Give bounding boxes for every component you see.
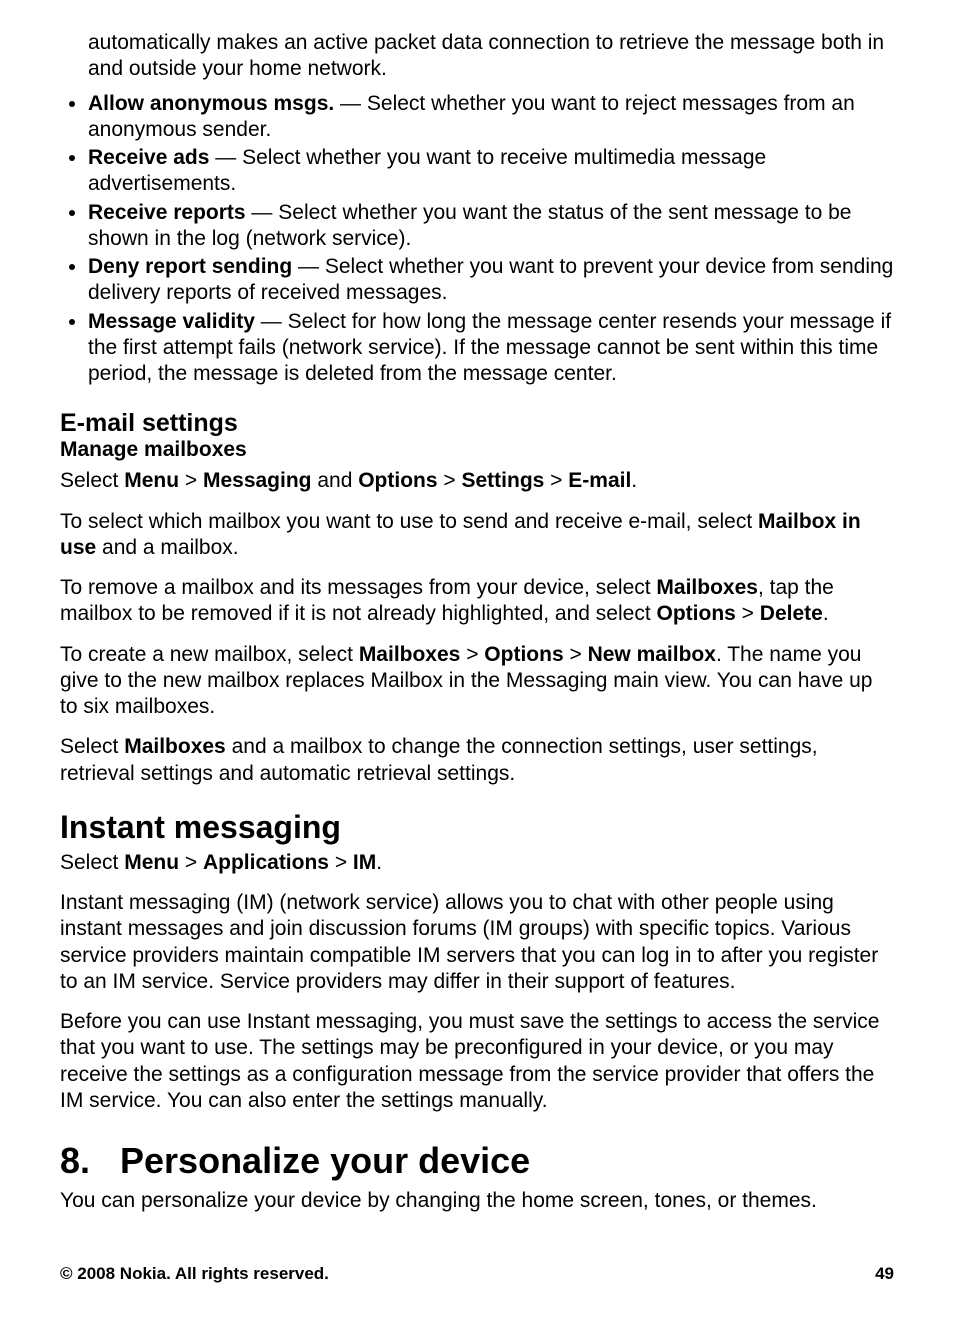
chapter-number: 8. [60, 1140, 110, 1182]
option-label: Options [484, 643, 563, 666]
email-settings-heading: E-mail settings [60, 409, 894, 438]
copyright-text: © 2008 Nokia. All rights reserved. [60, 1264, 329, 1284]
select-mailbox-para: To select which mailbox you want to use … [60, 509, 894, 562]
chapter-title: Personalize your device [120, 1140, 530, 1181]
text: . [823, 602, 829, 625]
im-description-1: Instant messaging (IM) (network service)… [60, 890, 894, 995]
text: and [312, 469, 359, 492]
list-item: Receive reports — Select whether you wan… [88, 200, 894, 253]
manage-mailboxes-heading: Manage mailboxes [60, 438, 894, 462]
im-nav-path: Select Menu > Applications > IM. [60, 850, 894, 876]
text: Select [60, 851, 124, 874]
list-item: Message validity — Select for how long t… [88, 309, 894, 388]
im-description-2: Before you can use Instant messaging, yo… [60, 1009, 894, 1114]
text: . [631, 469, 637, 492]
setting-name: Allow anonymous msgs. [88, 92, 334, 115]
option-label: Options [657, 602, 736, 625]
chapter-heading: 8. Personalize your device [60, 1140, 894, 1182]
separator: > [179, 851, 203, 874]
create-mailbox-para: To create a new mailbox, select Mailboxe… [60, 642, 894, 721]
remove-mailbox-para: To remove a mailbox and its messages fro… [60, 575, 894, 628]
option-label: Mailboxes [359, 643, 461, 666]
text: To create a new mailbox, select [60, 643, 359, 666]
menu-label: Messaging [203, 469, 312, 492]
text: To select which mailbox you want to use … [60, 510, 758, 533]
separator: > [564, 643, 588, 666]
separator: > [438, 469, 462, 492]
text: . [376, 851, 382, 874]
list-item: Receive ads — Select whether you want to… [88, 145, 894, 198]
text: To remove a mailbox and its messages fro… [60, 576, 656, 599]
menu-label: Options [358, 469, 437, 492]
setting-name: Message validity [88, 310, 255, 333]
menu-label: Settings [461, 469, 544, 492]
page-49: automatically makes an active packet dat… [0, 0, 954, 1322]
list-item: Allow anonymous msgs. — Select whether y… [88, 91, 894, 144]
menu-label: E-mail [568, 469, 631, 492]
list-item: Deny report sending — Select whether you… [88, 254, 894, 307]
change-settings-para: Select Mailboxes and a mailbox to change… [60, 734, 894, 787]
page-footer: © 2008 Nokia. All rights reserved. 49 [60, 1264, 894, 1284]
separator: > [736, 602, 760, 625]
mms-settings-list: Allow anonymous msgs. — Select whether y… [60, 91, 894, 388]
separator: > [329, 851, 353, 874]
instant-messaging-heading: Instant messaging [60, 809, 894, 846]
text: Select [60, 735, 124, 758]
menu-label: Menu [124, 469, 179, 492]
separator: > [460, 643, 484, 666]
page-number: 49 [875, 1264, 894, 1284]
setting-name: Receive ads [88, 146, 209, 169]
option-label: Mailboxes [656, 576, 758, 599]
menu-label: Menu [124, 851, 179, 874]
setting-name: Deny report sending [88, 255, 292, 278]
intro-continuation: automatically makes an active packet dat… [88, 30, 894, 83]
menu-label: IM [353, 851, 376, 874]
separator: > [179, 469, 203, 492]
menu-label: Applications [203, 851, 329, 874]
setting-name: Receive reports [88, 201, 246, 224]
option-label: New mailbox [588, 643, 716, 666]
email-nav-path: Select Menu > Messaging and Options > Se… [60, 468, 894, 494]
option-label: Mailboxes [124, 735, 226, 758]
option-label: Delete [760, 602, 823, 625]
text: Select [60, 469, 124, 492]
text: and a mailbox. [96, 536, 238, 559]
separator: > [544, 469, 568, 492]
chapter-intro: You can personalize your device by chang… [60, 1188, 894, 1214]
